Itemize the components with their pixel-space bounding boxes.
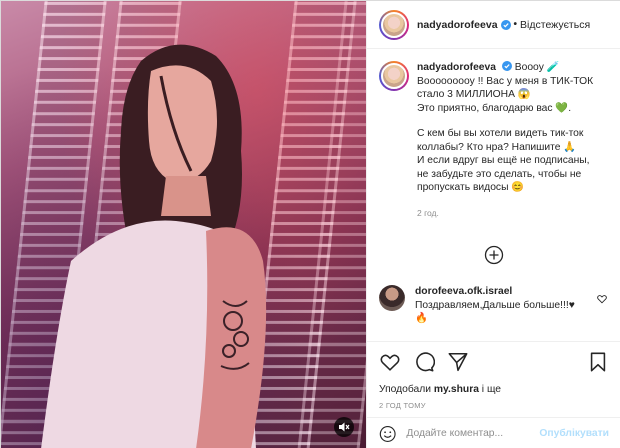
author-username[interactable]: nadyadorofeeva (417, 19, 498, 31)
plus-circle-icon[interactable] (484, 245, 504, 265)
caption-line: И если вдруг вы ещё не подписаны, (417, 155, 590, 166)
action-icons (379, 350, 609, 374)
likes-suffix[interactable]: і ще (479, 384, 501, 395)
post-details-panel: nadyadorofeeva • Відстежується nadyadoro… (366, 1, 620, 448)
commenter-username[interactable]: dorofeeva.ofk.israel (415, 286, 512, 297)
commenter-avatar[interactable] (379, 285, 405, 311)
caption-time[interactable]: 2 год. (417, 207, 593, 221)
caption-line: Boooy 🧪 (514, 62, 560, 73)
post-header: nadyadorofeeva • Відстежується (367, 1, 620, 49)
caption-line: стало 3 МИЛЛИОНА 😱 (417, 89, 531, 100)
mute-icon (339, 422, 350, 432)
caption-username[interactable]: nadyadorofeeva (417, 62, 496, 73)
caption-line: не забудьте это сделать, чтобы не (417, 168, 582, 180)
comment-input[interactable] (406, 428, 540, 439)
comment-like-icon[interactable] (597, 294, 607, 304)
caption-line: Это приятно, благодарю вас 💚. (417, 102, 572, 114)
share-icon[interactable] (447, 351, 469, 373)
post-media[interactable] (1, 1, 366, 448)
likes-user[interactable]: my.shura (434, 384, 479, 395)
publish-button[interactable]: Опублікувати (539, 428, 609, 439)
post-actions: Уподобали my.shura і ще 2 ГОД ТОМУ (367, 341, 620, 410)
emoji-icon[interactable] (379, 424, 396, 444)
comment-emoji: 🔥 (415, 313, 428, 324)
comment-icon[interactable] (413, 351, 435, 373)
comment-body: Поздравляем,Дальше больше!!!♥ (415, 299, 575, 311)
likes-summary: Уподобали my.shura і ще (379, 384, 609, 395)
verified-badge-icon (501, 61, 512, 71)
caption-line: пропускать видосы 😊 (417, 182, 525, 193)
comment-composer: Опублікувати (367, 417, 620, 448)
person-figure (41, 44, 267, 448)
following-status-button[interactable]: Відстежується (520, 19, 590, 31)
caption-line: коллабы? Кто нра? Напишите 🙏 (417, 141, 577, 153)
heart-icon[interactable] (379, 351, 401, 373)
verified-badge-icon (500, 19, 511, 30)
post-window: nadyadorofeeva • Відстежується nadyadoro… (0, 0, 620, 448)
post-caption: nadyadorofeeva Boooy 🧪 Booooooooy !! Вас… (379, 61, 609, 220)
author-avatar[interactable] (379, 9, 409, 40)
caption-text: nadyadorofeeva Boooy 🧪 Booooooooy !! Вас… (417, 61, 593, 220)
caption-line: Booooooooy !! Вас у меня в ТИК-ТОК (417, 75, 594, 87)
caption-avatar[interactable] (379, 61, 409, 91)
bookmark-icon[interactable] (587, 351, 609, 373)
post-timestamp[interactable]: 2 ГОД ТОМУ (379, 401, 609, 410)
likes-prefix: Уподобали (379, 384, 434, 395)
comment-item: dorofeeva.ofk.israel Поздравляем,Дальше … (379, 285, 609, 326)
separator-dot: • (513, 19, 518, 30)
caption-line: С кем бы вы хотели видеть тик-ток (417, 128, 584, 139)
comment-text: dorofeeva.ofk.israel Поздравляем,Дальше … (415, 285, 595, 326)
mute-button[interactable] (334, 417, 354, 437)
